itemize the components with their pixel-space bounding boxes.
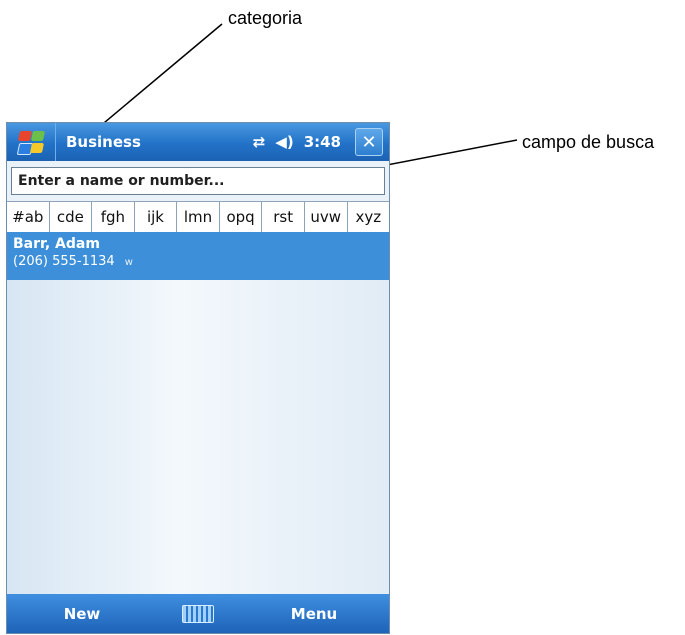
letter-tab-rst[interactable]: rst [262,202,305,232]
contact-phone-type: w [124,257,133,268]
windows-flag-icon [16,130,46,155]
letter-tab-fgh[interactable]: fgh [92,202,135,232]
speaker-icon[interactable]: ◀) [275,133,293,151]
contact-phone-line: (206) 555-1134 w [13,254,389,269]
letter-tab-ijk[interactable]: ijk [135,202,178,232]
new-softkey[interactable]: New [7,605,157,623]
letter-tab-cde[interactable]: cde [50,202,93,232]
letter-tab-xyz[interactable]: xyz [348,202,390,232]
letter-tab-opq[interactable]: opq [220,202,263,232]
letter-tab-bar: #ab cde fgh ijk lmn opq rst uvw xyz [7,201,389,233]
title-bar: Business ⇄ ◀) 3:48 ✕ [7,123,389,161]
connectivity-icon[interactable]: ⇄ [253,133,266,151]
close-button[interactable]: ✕ [355,128,383,156]
contact-list[interactable]: Barr, Adam (206) 555-1134 w [7,232,389,594]
start-button[interactable] [7,123,56,161]
categoria-leader-line [85,23,223,139]
input-panel-button[interactable] [157,605,239,623]
letter-tab-hash-ab[interactable]: #ab [7,202,50,232]
callout-categoria: categoria [228,8,303,28]
category-title[interactable]: Business [66,133,253,151]
search-input[interactable] [11,167,385,195]
pocket-pc-screen: Business ⇄ ◀) 3:48 ✕ #abcdefghijklmnopqr… [6,122,390,634]
close-icon: ✕ [361,131,377,153]
contact-row[interactable]: Barr, Adam (206) 555-1134 w [7,232,389,280]
letter-tab-lmn[interactable]: lmn [177,202,220,232]
keyboard-icon [182,605,214,623]
callout-campo-de-busca: campo de busca [522,132,655,152]
contact-phone: (206) 555-1134 [13,254,115,269]
contact-name: Barr, Adam [13,236,100,252]
menu-bar: New Menu [7,594,389,633]
letter-tab-uvw[interactable]: uvw [305,202,348,232]
menu-softkey[interactable]: Menu [239,605,389,623]
clock[interactable]: 3:48 [304,133,341,151]
